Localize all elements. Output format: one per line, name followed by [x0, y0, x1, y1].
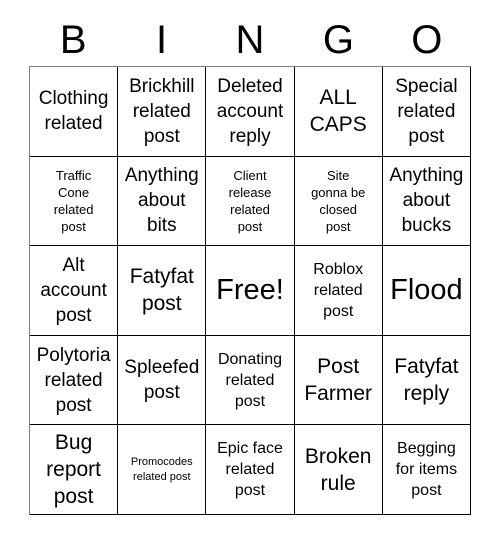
bingo-cell-label: Spleefed post: [124, 357, 200, 404]
bingo-cell-r4c3[interactable]: Donating related post: [206, 335, 295, 426]
bingo-cell-r1c5[interactable]: Special related post: [382, 67, 471, 157]
bingo-cell-r2c2[interactable]: Anything about bits: [118, 156, 207, 247]
bingo-grid: Clothing related Brickhill related post De…: [29, 66, 471, 515]
bingo-card: B I N G O Clothing related Brickhill rela…: [0, 0, 500, 544]
bingo-cell-label: Promocodes related post: [130, 455, 193, 483]
bingo-cell-label: Anything about bucks: [389, 165, 464, 237]
bingo-cell-label: Traffic Cone related post: [53, 167, 94, 234]
bingo-cell-label: Donating related post: [217, 350, 283, 410]
bingo-cell-r2c3[interactable]: Client release related post: [206, 156, 295, 247]
bingo-cell-label: Fatyfat reply: [394, 355, 459, 406]
bingo-cell-label: Roblox related post: [313, 260, 364, 320]
bingo-cell-r5c3[interactable]: Epic face related post: [206, 425, 295, 515]
bingo-header: B I N G O: [29, 14, 471, 66]
bingo-cell-r1c4[interactable]: ALL CAPS: [294, 67, 383, 157]
header-letter-i: I: [156, 18, 168, 62]
bingo-cell-label: Alt account post: [40, 254, 107, 326]
bingo-cell-r4c4[interactable]: Post Farmer: [294, 335, 383, 426]
bingo-cell-r4c2[interactable]: Spleefed post: [118, 335, 207, 426]
bingo-cell-r3c5[interactable]: Flood: [382, 246, 471, 336]
bingo-cell-label: Brickhill related post: [129, 75, 195, 147]
bingo-cell-r5c4[interactable]: Broken rule: [294, 425, 383, 515]
bingo-cell-r2c4[interactable]: Site gonna be closed post: [294, 156, 383, 247]
bingo-cell-label: Post Farmer: [304, 355, 373, 406]
bingo-cell-label: Begging for items post: [395, 440, 458, 500]
bingo-cell-r1c2[interactable]: Brickhill related post: [118, 67, 207, 157]
bingo-cell-label: Polytoria related post: [36, 344, 111, 416]
bingo-cell-label: Client release related post: [228, 167, 272, 234]
bingo-cell-r5c2[interactable]: Promocodes related post: [118, 425, 207, 515]
header-letter-b: B: [59, 18, 87, 62]
bingo-cell-label: ALL CAPS: [309, 86, 367, 137]
bingo-cell-label: Fatyfat post: [129, 265, 194, 316]
bingo-cell-r3c4[interactable]: Roblox related post: [294, 246, 383, 336]
bingo-cell-r3c1[interactable]: Alt account post: [30, 246, 119, 336]
bingo-cell-r4c5[interactable]: Fatyfat reply: [382, 335, 471, 426]
header-letter-g: G: [322, 18, 354, 62]
bingo-cell-label: Site gonna be closed post: [311, 167, 366, 234]
bingo-cell-r1c3[interactable]: Deleted account reply: [206, 67, 295, 157]
bingo-cell-r2c1[interactable]: Traffic Cone related post: [30, 156, 119, 247]
bingo-cell-label: Anything about bits: [124, 165, 199, 237]
header-letter-o: O: [411, 18, 443, 62]
bingo-cell-label: Bug report post: [46, 431, 102, 509]
bingo-cell-label: Epic face related post: [217, 440, 283, 500]
bingo-cell-label: Deleted account reply: [216, 75, 284, 147]
bingo-cell-r5c1[interactable]: Bug report post: [30, 425, 119, 515]
bingo-cell-r5c5[interactable]: Begging for items post: [382, 425, 471, 515]
header-letter-n: N: [235, 18, 265, 62]
bingo-cell-r4c1[interactable]: Polytoria related post: [30, 335, 119, 426]
bingo-cell-label: Clothing related: [38, 88, 109, 135]
bingo-cell-label: Special related post: [395, 75, 458, 147]
bingo-cell-r2c5[interactable]: Anything about bucks: [382, 156, 471, 247]
bingo-cell-r3c3[interactable]: Free!: [206, 246, 295, 336]
bingo-cell-label: Broken rule: [304, 444, 372, 495]
bingo-cell-label: Free!: [216, 274, 284, 307]
bingo-cell-label: Flood: [390, 274, 463, 307]
bingo-cell-r1c1[interactable]: Clothing related: [30, 67, 119, 157]
bingo-cell-r3c2[interactable]: Fatyfat post: [118, 246, 207, 336]
